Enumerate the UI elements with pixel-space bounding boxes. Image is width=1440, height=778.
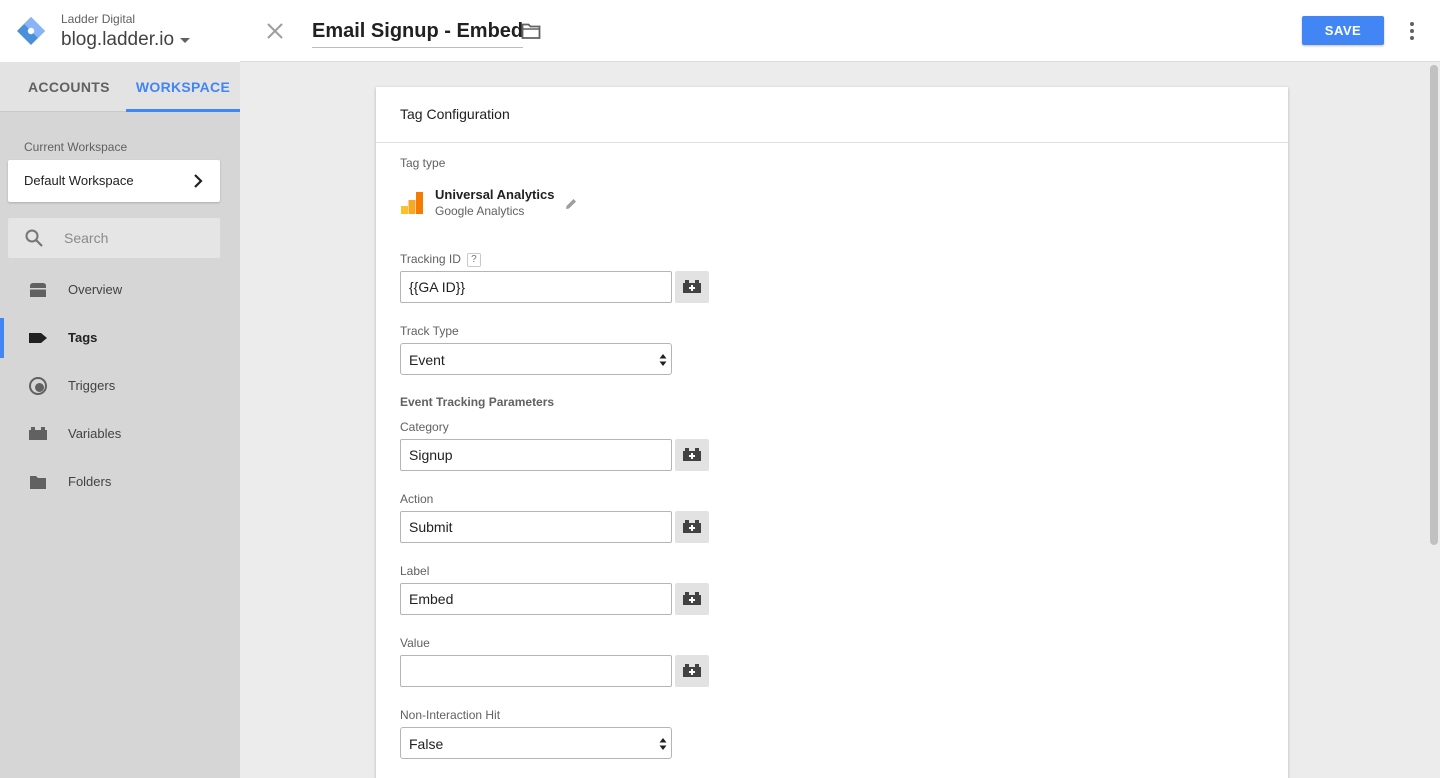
tracking-id-input[interactable] — [400, 271, 672, 303]
gtm-logo-icon — [17, 17, 45, 45]
select-arrows-icon — [659, 354, 667, 366]
sidebar-item-folders[interactable]: Folders — [0, 462, 240, 502]
tracking-id-label: Tracking ID? — [400, 252, 481, 267]
scrollbar[interactable] — [1428, 63, 1440, 778]
track-type-label: Track Type — [400, 324, 459, 338]
current-workspace-label: Current Workspace — [24, 140, 128, 154]
category-input[interactable] — [400, 439, 672, 471]
help-icon[interactable]: ? — [466, 253, 481, 267]
card-title: Tag Configuration — [376, 87, 1288, 143]
non-interaction-hit-label: Non-Interaction Hit — [400, 708, 501, 722]
tag-type-name: Universal Analytics — [435, 187, 555, 202]
add-variable-icon — [683, 664, 701, 677]
trigger-icon — [29, 377, 47, 395]
sidebar-item-label: Overview — [68, 282, 123, 297]
non-interaction-hit-select[interactable]: False — [400, 727, 672, 759]
search-box — [8, 218, 220, 258]
workspace-name: Default Workspace — [24, 173, 134, 188]
editor-header: Email Signup - Embed SAVE — [240, 0, 1440, 62]
sidebar-tabs: ACCOUNTS WORKSPACE — [0, 62, 240, 112]
track-type-value: Event — [409, 352, 445, 368]
sidebar-item-label: Variables — [68, 426, 122, 441]
add-variable-icon — [683, 520, 701, 533]
sidebar-item-overview[interactable]: Overview — [0, 270, 240, 310]
sidebar-item-triggers[interactable]: Triggers — [0, 366, 240, 406]
tab-accounts[interactable]: ACCOUNTS — [28, 62, 110, 112]
add-variable-icon — [683, 592, 701, 605]
sidebar-item-tags[interactable]: Tags — [0, 318, 240, 358]
container-name: blog.ladder.io — [61, 29, 175, 50]
sidebar-item-label: Triggers — [68, 378, 116, 393]
variable-picker-button[interactable] — [675, 439, 709, 471]
sidebar: Ladder Digital blog.ladder.io ACCOUNTS W… — [0, 0, 240, 778]
sidebar-item-variables[interactable]: Variables — [0, 414, 240, 454]
action-label: Action — [400, 492, 434, 506]
google-analytics-icon — [401, 192, 423, 214]
save-button[interactable]: SAVE — [1302, 16, 1384, 45]
tag-type-vendor: Google Analytics — [435, 204, 525, 218]
add-variable-icon — [683, 280, 701, 293]
close-icon[interactable] — [266, 22, 284, 40]
value-label: Value — [400, 636, 430, 650]
tag-icon — [29, 333, 47, 343]
pencil-icon[interactable] — [564, 197, 578, 211]
more-vert-icon[interactable] — [1406, 20, 1418, 42]
scrollbar-thumb[interactable] — [1430, 65, 1438, 545]
variable-picker-button[interactable] — [675, 655, 709, 687]
chevron-right-icon — [194, 174, 203, 188]
tab-workspace[interactable]: WORKSPACE — [126, 62, 240, 112]
folder-icon — [30, 476, 46, 489]
account-header: Ladder Digital blog.ladder.io — [0, 0, 240, 62]
category-label: Category — [400, 420, 449, 434]
search-input[interactable] — [64, 226, 214, 250]
caret-down-icon — [180, 37, 191, 43]
variables-icon — [29, 427, 47, 440]
label-input[interactable] — [400, 583, 672, 615]
action-input[interactable] — [400, 511, 672, 543]
container-selector[interactable]: blog.ladder.io — [61, 29, 191, 51]
sidebar-item-label: Folders — [68, 474, 112, 489]
workspace-selector[interactable]: Default Workspace — [8, 160, 220, 202]
folder-icon[interactable] — [521, 22, 541, 40]
tag-configuration-card: Tag Configuration Tag type Universal Ana… — [376, 87, 1288, 778]
tracking-id-label-text: Tracking ID — [400, 252, 461, 266]
non-interaction-hit-value: False — [409, 736, 444, 752]
select-arrows-icon — [659, 738, 667, 750]
add-variable-icon — [683, 448, 701, 461]
label-label: Label — [400, 564, 430, 578]
tag-name-title[interactable]: Email Signup - Embed — [312, 20, 524, 48]
tag-type-label: Tag type — [400, 156, 446, 170]
variable-picker-button[interactable] — [675, 511, 709, 543]
track-type-select[interactable]: Event — [400, 343, 672, 375]
account-name: Ladder Digital — [61, 12, 136, 26]
sidebar-item-label: Tags — [68, 330, 98, 345]
value-input[interactable] — [400, 655, 672, 687]
search-icon — [25, 229, 43, 247]
event-tracking-parameters-heading: Event Tracking Parameters — [400, 395, 555, 409]
overview-icon — [30, 283, 46, 297]
variable-picker-button[interactable] — [675, 271, 709, 303]
variable-picker-button[interactable] — [675, 583, 709, 615]
